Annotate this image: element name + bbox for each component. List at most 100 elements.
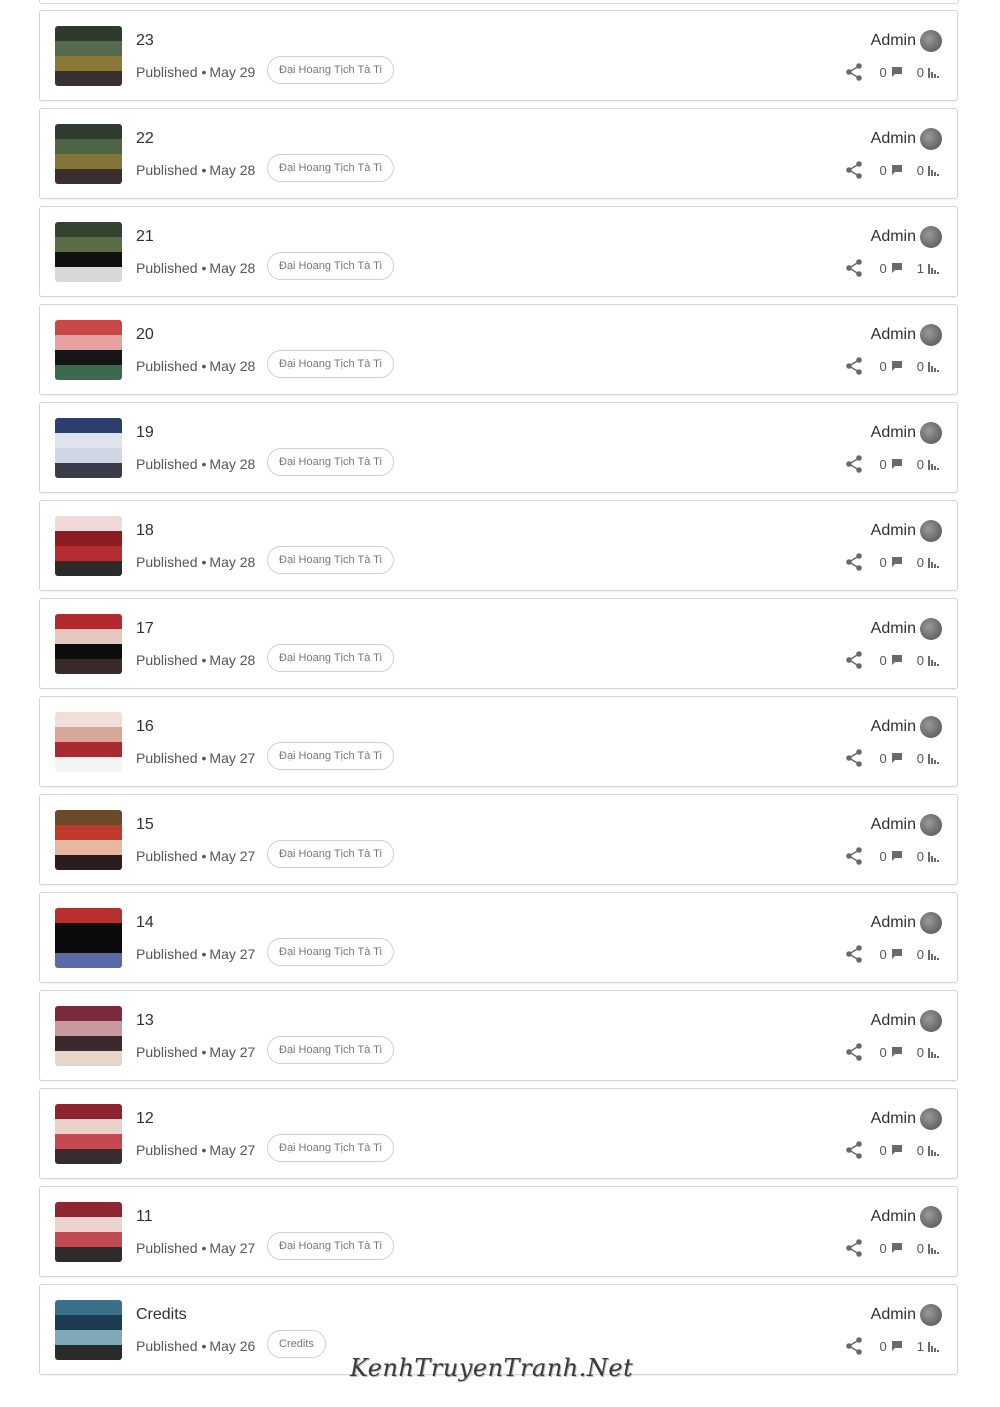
comment-icon[interactable] — [891, 1340, 903, 1352]
post-title[interactable]: 18 — [136, 522, 154, 540]
comment-icon[interactable] — [891, 850, 903, 862]
share-icon[interactable] — [844, 748, 864, 768]
post-title[interactable]: 19 — [136, 424, 154, 442]
post-author[interactable]: Admin — [871, 618, 942, 640]
post-tag[interactable]: Đại Hoang Tịch Tà Ti — [267, 1232, 394, 1260]
post-author[interactable]: Admin — [871, 716, 942, 738]
post-tag[interactable]: Đại Hoang Tịch Tà Ti — [267, 1134, 394, 1162]
post-tag[interactable]: Đại Hoang Tịch Tà Ti — [267, 252, 394, 280]
post-author[interactable]: Admin — [871, 226, 942, 248]
post-title[interactable]: 12 — [136, 1110, 154, 1128]
comment-icon[interactable] — [891, 164, 903, 176]
post-thumbnail[interactable] — [55, 1300, 122, 1360]
share-icon[interactable] — [844, 62, 864, 82]
share-icon[interactable] — [844, 1238, 864, 1258]
post-author[interactable]: Admin — [871, 1304, 942, 1326]
post-tag[interactable]: Đại Hoang Tịch Tà Ti — [267, 350, 394, 378]
author-avatar[interactable] — [920, 324, 942, 346]
post-thumbnail[interactable] — [55, 320, 122, 380]
comment-icon[interactable] — [891, 1046, 903, 1058]
author-avatar[interactable] — [920, 520, 942, 542]
post-author[interactable]: Admin — [871, 814, 942, 836]
post-thumbnail[interactable] — [55, 810, 122, 870]
post-title[interactable]: 14 — [136, 914, 154, 932]
share-icon[interactable] — [844, 846, 864, 866]
post-thumbnail[interactable] — [55, 26, 122, 86]
post-thumbnail[interactable] — [55, 222, 122, 282]
author-name[interactable]: Admin — [871, 130, 916, 148]
post-author[interactable]: Admin — [871, 422, 942, 444]
post-tag[interactable]: Đại Hoang Tịch Tà Ti — [267, 644, 394, 672]
post-thumbnail[interactable] — [55, 418, 122, 478]
post-title[interactable]: 23 — [136, 32, 154, 50]
post-title[interactable]: 13 — [136, 1012, 154, 1030]
comment-icon[interactable] — [891, 948, 903, 960]
share-icon[interactable] — [844, 650, 864, 670]
post-author[interactable]: Admin — [871, 30, 942, 52]
post-tag[interactable]: Đại Hoang Tịch Tà Ti — [267, 546, 394, 574]
post-card-3[interactable]: 21 Published • May 28 Đại Hoang Tịch Tà Ti… — [39, 206, 958, 297]
post-card-12[interactable]: 12 Published • May 27 Đại Hoang Tịch Tà Ti… — [39, 1088, 958, 1179]
post-card-6[interactable]: 18 Published • May 28 Đại Hoang Tịch Tà Ti… — [39, 500, 958, 591]
author-avatar[interactable] — [920, 912, 942, 934]
post-card-2[interactable]: 22 Published • May 28 Đại Hoang Tịch Tà Ti… — [39, 108, 958, 199]
author-avatar[interactable] — [920, 716, 942, 738]
post-author[interactable]: Admin — [871, 520, 942, 542]
post-card-7[interactable]: 17 Published • May 28 Đại Hoang Tịch Tà Ti… — [39, 598, 958, 689]
post-title[interactable]: 16 — [136, 718, 154, 736]
post-card-8[interactable]: 16 Published • May 27 Đại Hoang Tịch Tà Ti… — [39, 696, 958, 787]
post-tag[interactable]: Đại Hoang Tịch Tà Ti — [267, 840, 394, 868]
author-name[interactable]: Admin — [871, 1012, 916, 1030]
author-name[interactable]: Admin — [871, 424, 916, 442]
post-thumbnail[interactable] — [55, 1202, 122, 1262]
author-avatar[interactable] — [920, 1010, 942, 1032]
author-name[interactable]: Admin — [871, 326, 916, 344]
comment-icon[interactable] — [891, 1242, 903, 1254]
share-icon[interactable] — [844, 944, 864, 964]
post-tag[interactable]: Đại Hoang Tịch Tà Ti — [267, 938, 394, 966]
comment-icon[interactable] — [891, 360, 903, 372]
post-thumbnail[interactable] — [55, 614, 122, 674]
post-author[interactable]: Admin — [871, 1206, 942, 1228]
post-thumbnail[interactable] — [55, 516, 122, 576]
post-tag[interactable]: Credits — [267, 1330, 326, 1358]
share-icon[interactable] — [844, 552, 864, 572]
share-icon[interactable] — [844, 1140, 864, 1160]
post-author[interactable]: Admin — [871, 1010, 942, 1032]
post-tag[interactable]: Đại Hoang Tịch Tà Ti — [267, 1036, 394, 1064]
author-avatar[interactable] — [920, 30, 942, 52]
author-name[interactable]: Admin — [871, 228, 916, 246]
post-title[interactable]: 21 — [136, 228, 154, 246]
post-title[interactable]: 17 — [136, 620, 154, 638]
post-title[interactable]: 20 — [136, 326, 154, 344]
comment-icon[interactable] — [891, 66, 903, 78]
post-card-13[interactable]: 11 Published • May 27 Đại Hoang Tịch Tà Ti… — [39, 1186, 958, 1277]
post-thumbnail[interactable] — [55, 712, 122, 772]
share-icon[interactable] — [844, 356, 864, 376]
author-name[interactable]: Admin — [871, 620, 916, 638]
author-name[interactable]: Admin — [871, 1110, 916, 1128]
comment-icon[interactable] — [891, 262, 903, 274]
share-icon[interactable] — [844, 1042, 864, 1062]
post-author[interactable]: Admin — [871, 128, 942, 150]
comment-icon[interactable] — [891, 1144, 903, 1156]
author-avatar[interactable] — [920, 814, 942, 836]
author-avatar[interactable] — [920, 128, 942, 150]
author-avatar[interactable] — [920, 1108, 942, 1130]
post-title[interactable]: Credits — [136, 1306, 187, 1324]
comment-icon[interactable] — [891, 556, 903, 568]
author-name[interactable]: Admin — [871, 522, 916, 540]
comment-icon[interactable] — [891, 458, 903, 470]
author-avatar[interactable] — [920, 422, 942, 444]
post-title[interactable]: 22 — [136, 130, 154, 148]
post-tag[interactable]: Đại Hoang Tịch Tà Ti — [267, 742, 394, 770]
author-name[interactable]: Admin — [871, 32, 916, 50]
share-icon[interactable] — [844, 160, 864, 180]
author-avatar[interactable] — [920, 1206, 942, 1228]
author-name[interactable]: Admin — [871, 1208, 916, 1226]
comment-icon[interactable] — [891, 752, 903, 764]
share-icon[interactable] — [844, 1336, 864, 1356]
author-name[interactable]: Admin — [871, 914, 916, 932]
share-icon[interactable] — [844, 258, 864, 278]
author-avatar[interactable] — [920, 1304, 942, 1326]
